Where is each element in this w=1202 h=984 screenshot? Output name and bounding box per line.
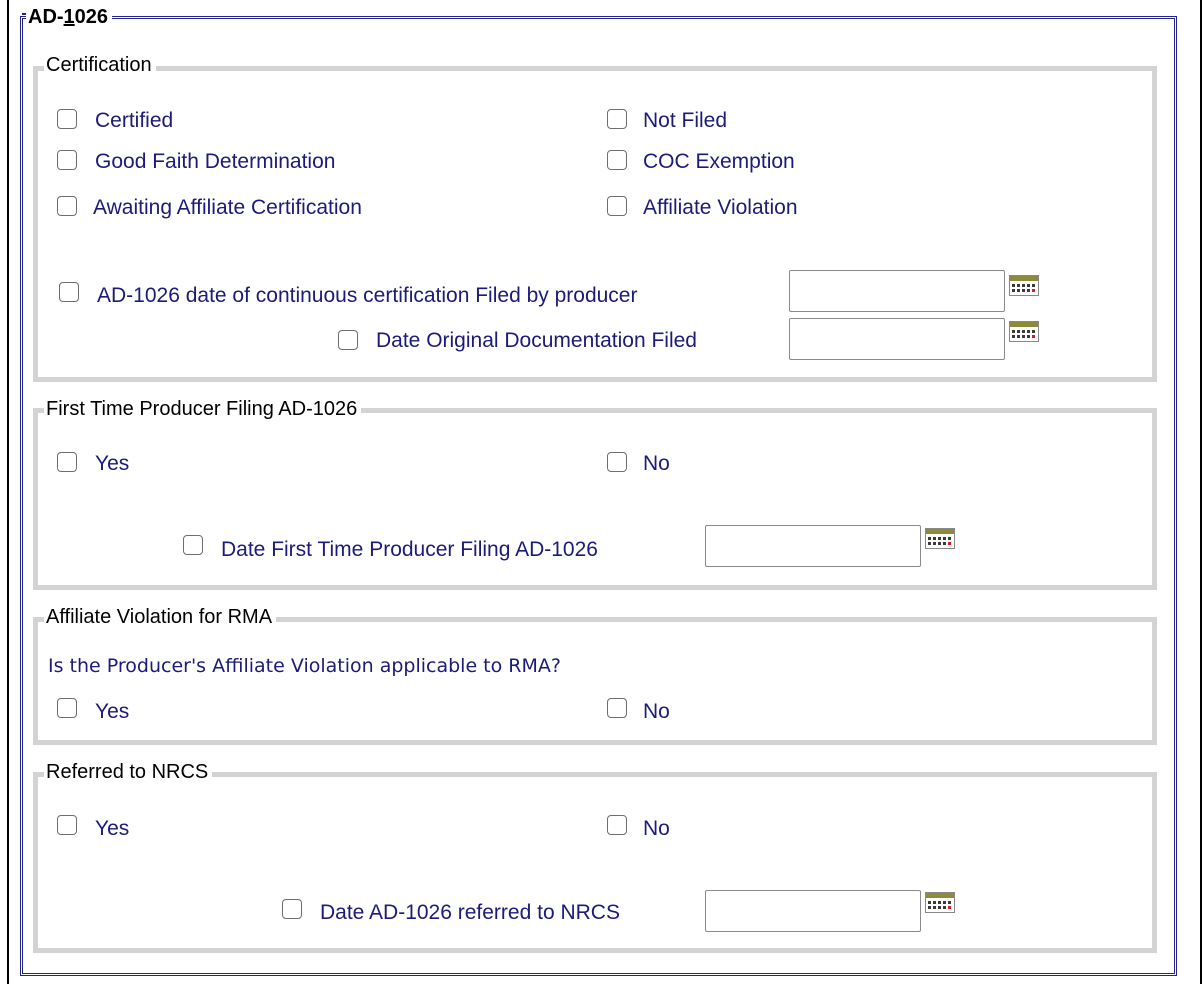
coc-exemption-checkbox[interactable]: [607, 150, 627, 170]
first-time-no-label[interactable]: No: [643, 452, 670, 476]
first-time-no-checkbox[interactable]: [607, 452, 627, 472]
first-time-section: [33, 408, 1157, 590]
original-doc-date-input[interactable]: [789, 318, 1005, 360]
awaiting-affiliate-label[interactable]: Awaiting Affiliate Certification: [93, 196, 362, 220]
form-title-prefix: AD-: [28, 6, 64, 28]
not-filed-label[interactable]: Not Filed: [643, 109, 727, 133]
calendar-icon[interactable]: [925, 528, 955, 549]
continuous-cert-date-input[interactable]: [789, 270, 1005, 312]
first-time-yes-label[interactable]: Yes: [95, 452, 129, 476]
good-faith-checkbox[interactable]: [57, 150, 77, 170]
affiliate-rma-no-checkbox[interactable]: [607, 698, 627, 718]
first-time-date-input[interactable]: [705, 525, 921, 567]
good-faith-label[interactable]: Good Faith Determination: [95, 150, 335, 174]
affiliate-rma-yes-checkbox[interactable]: [57, 698, 77, 718]
certified-checkbox[interactable]: [57, 109, 77, 129]
affiliate-rma-yes-label[interactable]: Yes: [95, 700, 129, 724]
nrcs-date-label[interactable]: Date AD-1026 referred to NRCS: [320, 901, 620, 925]
continuous-cert-label[interactable]: AD-1026 date of continuous certification…: [97, 284, 637, 308]
nrcs-no-label[interactable]: No: [643, 817, 670, 841]
continuous-cert-checkbox[interactable]: [59, 282, 79, 302]
affiliate-violation-checkbox[interactable]: [607, 196, 627, 216]
nrcs-date-checkbox[interactable]: [282, 899, 302, 919]
not-filed-checkbox[interactable]: [607, 109, 627, 129]
affiliate-rma-no-label[interactable]: No: [643, 700, 670, 724]
affiliate-rma-legend: Affiliate Violation for RMA: [44, 606, 277, 629]
certification-legend: Certification: [44, 54, 156, 77]
first-time-legend: First Time Producer Filing AD-1026: [44, 398, 362, 421]
original-doc-label[interactable]: Date Original Documentation Filed: [376, 329, 697, 353]
form-title: AD-1026: [26, 6, 113, 29]
calendar-icon[interactable]: [1009, 275, 1039, 296]
form-title-suffix: 026: [74, 6, 109, 28]
first-time-date-label[interactable]: Date First Time Producer Filing AD-1026: [221, 538, 598, 562]
nrcs-legend: Referred to NRCS: [44, 761, 213, 784]
calendar-icon[interactable]: [925, 892, 955, 913]
nrcs-section: [33, 772, 1157, 953]
left-edge-line: [7, 0, 9, 984]
nrcs-no-checkbox[interactable]: [607, 815, 627, 835]
certified-label[interactable]: Certified: [95, 109, 173, 133]
affiliate-rma-question: Is the Producer's Affiliate Violation ap…: [48, 655, 561, 677]
nrcs-yes-label[interactable]: Yes: [95, 817, 129, 841]
nrcs-date-input[interactable]: [705, 890, 921, 932]
affiliate-rma-section: [33, 617, 1157, 745]
affiliate-violation-label[interactable]: Affiliate Violation: [643, 196, 798, 220]
calendar-icon[interactable]: [1009, 321, 1039, 342]
original-doc-checkbox[interactable]: [338, 330, 358, 350]
awaiting-affiliate-checkbox[interactable]: [57, 196, 77, 216]
coc-exemption-label[interactable]: COC Exemption: [643, 150, 795, 174]
nrcs-yes-checkbox[interactable]: [57, 815, 77, 835]
first-time-date-checkbox[interactable]: [183, 535, 203, 555]
first-time-yes-checkbox[interactable]: [57, 452, 77, 472]
form-title-accesskey: 1: [63, 6, 75, 28]
